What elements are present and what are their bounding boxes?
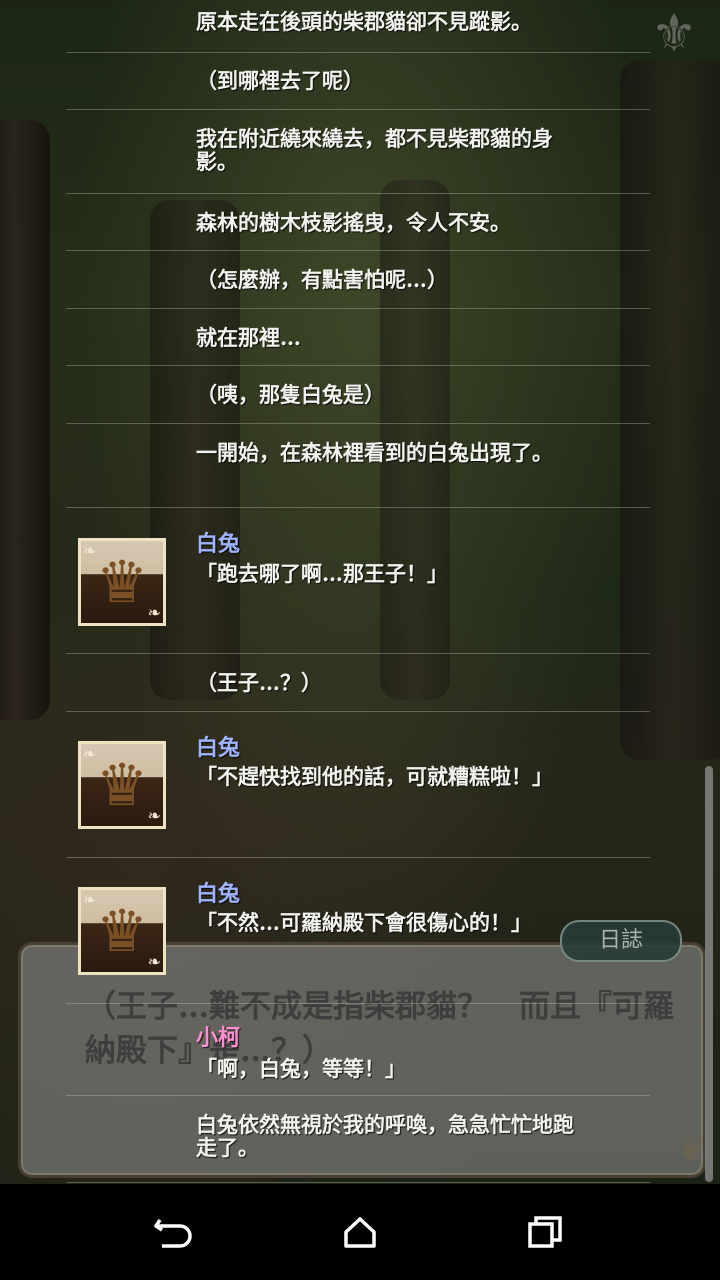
log-text: 一開始，在森林裡看到的白兔出現了。 [196, 440, 553, 465]
back-icon[interactable] [144, 1202, 204, 1262]
speaker-name: 白兔 [196, 881, 241, 907]
avatar: ♛ ❧ ❧ [78, 887, 166, 975]
backlog-list[interactable]: 原本走在後頭的柴郡貓卻不見蹤影。 （到哪裡去了呢） 我在附近繞來繞去，都不見柴郡… [66, 0, 650, 1184]
log-text: （到哪裡去了呢） [196, 68, 364, 93]
log-text: 森林的樹木枝影搖曳，令人不安。 [196, 210, 511, 235]
speaker-name: 小柯 [196, 1025, 241, 1051]
log-text: （咦，那隻白兔是） [196, 382, 385, 407]
log-entry: 就在那裡… [66, 309, 650, 366]
log-entry: （到哪裡去了呢） [66, 53, 650, 110]
log-entry: （王子…？） [66, 654, 650, 712]
log-entry: ♛ ❧ ❧ 白兔 「跑去哪了啊…那王子！」 [66, 508, 650, 654]
scrollbar[interactable] [705, 766, 713, 1182]
log-entry: （咦，那隻白兔是） [66, 366, 650, 424]
log-text: 就在那裡… [196, 325, 301, 350]
home-icon[interactable] [330, 1202, 390, 1262]
log-entry: （怎麼辦，有點害怕呢…） [66, 251, 650, 309]
log-entry: 白兔依然無視於我的呼喚，急急忙忙地跑走了。 [66, 1096, 650, 1183]
fleur-de-lis-icon: ⚜ [650, 4, 698, 64]
log-text: （王子…？） [196, 670, 322, 695]
log-entry: ♛ ❧ ❧ 白兔 「不趕快找到他的話，可就糟糕啦！」 [66, 712, 650, 858]
log-text: 「跑去哪了啊…那王子！」 [196, 561, 448, 586]
speaker-name: 白兔 [196, 531, 241, 557]
log-entry: ♛ ❧ ❧ 白兔 「不然…可羅納殿下會很傷心的！」 [66, 858, 650, 1004]
log-text: 原本走在後頭的柴郡貓卻不見蹤影。 [196, 9, 532, 34]
recents-icon[interactable] [516, 1202, 576, 1262]
log-text: 「啊，白兔，等等！」 [196, 1056, 406, 1081]
log-text: 我在附近繞來繞去，都不見柴郡貓的身影。 [196, 126, 553, 174]
navigation-bar [0, 1184, 720, 1280]
log-text: （怎麼辦，有點害怕呢…） [196, 267, 448, 292]
avatar: ♛ ❧ ❧ [78, 538, 166, 626]
log-entry: 原本走在後頭的柴郡貓卻不見蹤影。 [66, 0, 650, 53]
corner-ornament-icon: ❦ [677, 1130, 707, 1170]
log-text: 「不趕快找到他的話，可就糟糕啦！」 [196, 764, 553, 789]
speaker-name: 白兔 [196, 735, 241, 761]
avatar: ♛ ❧ ❧ [78, 741, 166, 829]
log-entry: 我在附近繞來繞去，都不見柴郡貓的身影。 [66, 110, 650, 194]
log-entry: 小柯 「啊，白兔，等等！」 [66, 1004, 650, 1096]
log-entry: 一開始，在森林裡看到的白兔出現了。 [66, 424, 650, 508]
log-entry: 森林的樹木枝影搖曳，令人不安。 [66, 194, 650, 251]
log-text: 白兔依然無視於我的呼喚，急急忙忙地跑走了。 [196, 1112, 574, 1160]
log-text: 「不然…可羅納殿下會很傷心的！」 [196, 910, 532, 935]
